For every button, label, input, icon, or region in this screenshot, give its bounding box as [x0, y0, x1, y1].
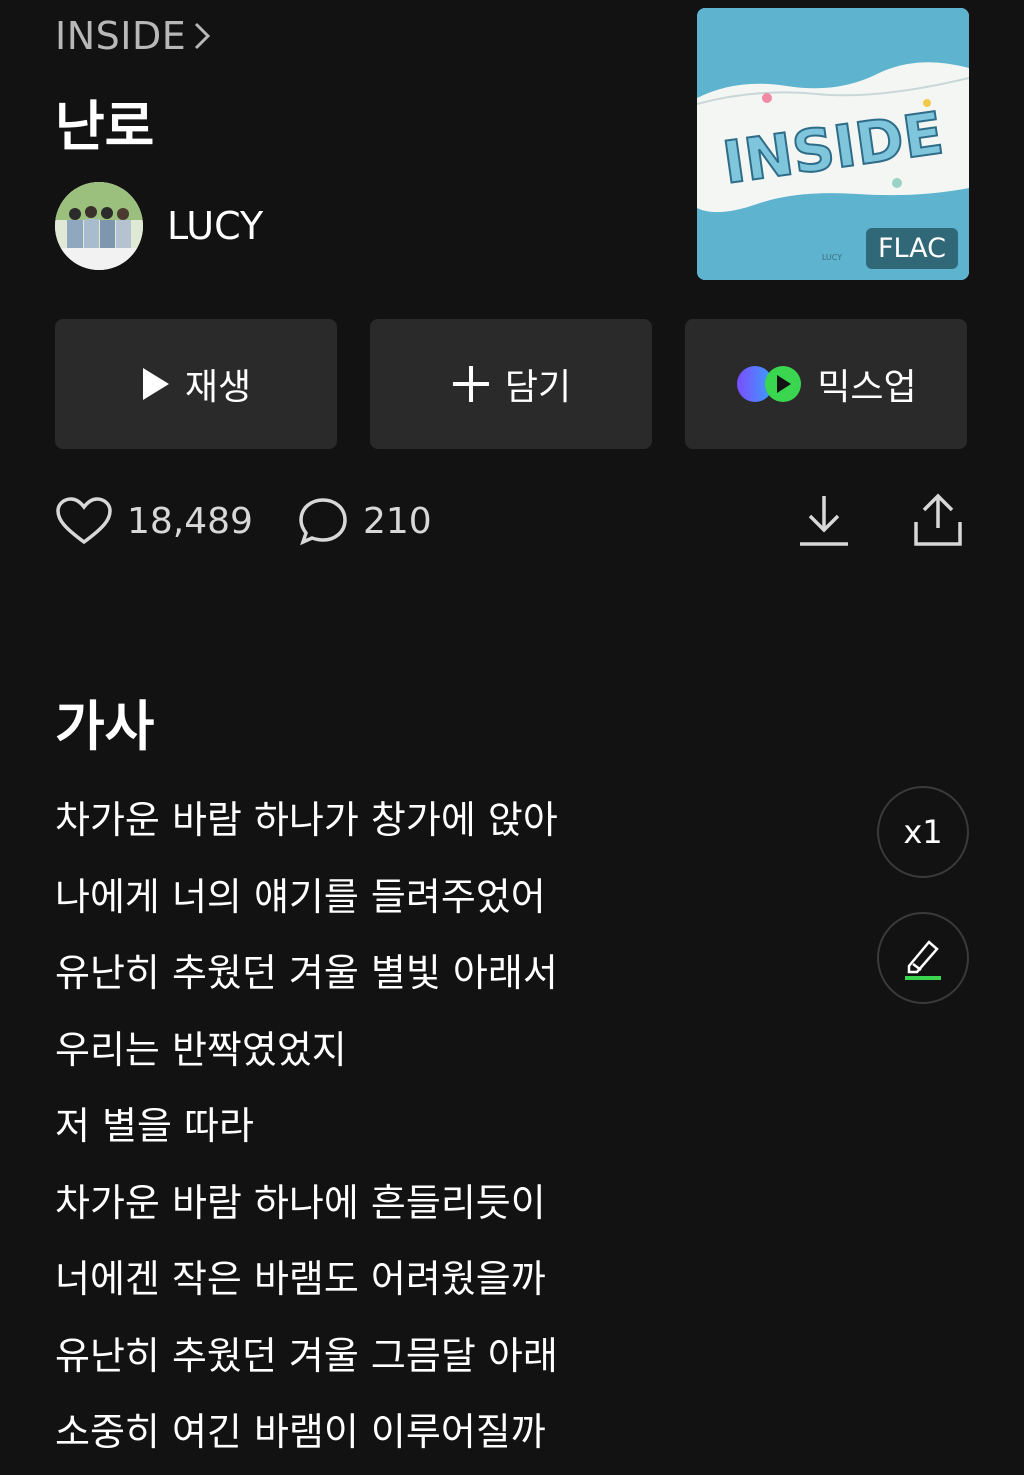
- lyrics-highlight-button[interactable]: [877, 912, 969, 1004]
- lyric-line[interactable]: 유난히 추웠던 겨울 별빛 아래서: [55, 943, 558, 1020]
- song-title: 난로: [55, 95, 155, 158]
- play-icon: [142, 368, 169, 400]
- mixup-icon: [737, 366, 802, 402]
- lyric-line[interactable]: 저 별을 따라: [55, 1096, 558, 1173]
- flac-badge: FLAC: [865, 228, 958, 269]
- download-icon[interactable]: [798, 492, 850, 548]
- lyric-line[interactable]: 차가운 바람 하나가 창가에 앉아: [55, 790, 558, 867]
- mixup-label: 믹스업: [817, 367, 917, 408]
- artist-avatar[interactable]: [55, 182, 143, 270]
- plus-icon: [452, 366, 489, 402]
- speed-label: x1: [903, 813, 943, 851]
- lyrics-list: 차가운 바람 하나가 창가에 앉아 나에게 너의 얘기를 들려주었어 유난히 추…: [55, 790, 558, 1475]
- album-cover[interactable]: INSIDE LUCY FLAC: [697, 8, 969, 280]
- album-title: INSIDE: [55, 14, 187, 58]
- like-button[interactable]: 18,489: [55, 496, 253, 546]
- cover-artist-text: LUCY: [822, 253, 842, 262]
- lyric-line[interactable]: 소중히 여긴 바램이 이루어질까: [55, 1402, 558, 1475]
- lyric-line[interactable]: 우리는 반짝였었지: [55, 1020, 558, 1097]
- tool-icons: [798, 492, 964, 548]
- lyric-line[interactable]: 너에겐 작은 바램도 어려웠을까: [55, 1249, 558, 1326]
- like-count: 18,489: [127, 500, 253, 542]
- chevron-right-icon: [195, 22, 211, 50]
- action-buttons: 재생 담기 믹스업: [55, 319, 967, 449]
- artist-name: LUCY: [167, 204, 264, 248]
- heart-icon: [56, 497, 112, 545]
- lyric-line[interactable]: 나에게 너의 얘기를 들려주었어: [55, 867, 558, 944]
- song-detail-page: INSIDE 난로 LUCY INSIDE LUCY FLAC 재생 담기 믹스…: [0, 0, 1024, 1475]
- album-link[interactable]: INSIDE: [55, 14, 212, 58]
- comment-button[interactable]: 210: [297, 496, 432, 546]
- lyrics-heading: 가사: [55, 695, 155, 758]
- add-to-playlist-button[interactable]: 담기: [370, 319, 652, 449]
- mixup-button[interactable]: 믹스업: [685, 319, 967, 449]
- add-label: 담기: [504, 367, 572, 408]
- play-label: 재생: [184, 367, 252, 408]
- comment-count: 210: [362, 500, 432, 542]
- lyric-line[interactable]: 유난히 추웠던 겨울 그믐달 아래: [55, 1326, 558, 1403]
- share-icon[interactable]: [912, 492, 964, 548]
- stats-row: 18,489 210: [55, 496, 476, 546]
- comment-icon: [299, 498, 347, 546]
- artist-row[interactable]: LUCY: [55, 182, 263, 270]
- lyric-line[interactable]: 차가운 바람 하나에 흔들리듯이: [55, 1173, 558, 1250]
- lyrics-speed-button[interactable]: x1: [877, 786, 969, 878]
- highlighter-icon: [905, 940, 941, 980]
- play-button[interactable]: 재생: [55, 319, 337, 449]
